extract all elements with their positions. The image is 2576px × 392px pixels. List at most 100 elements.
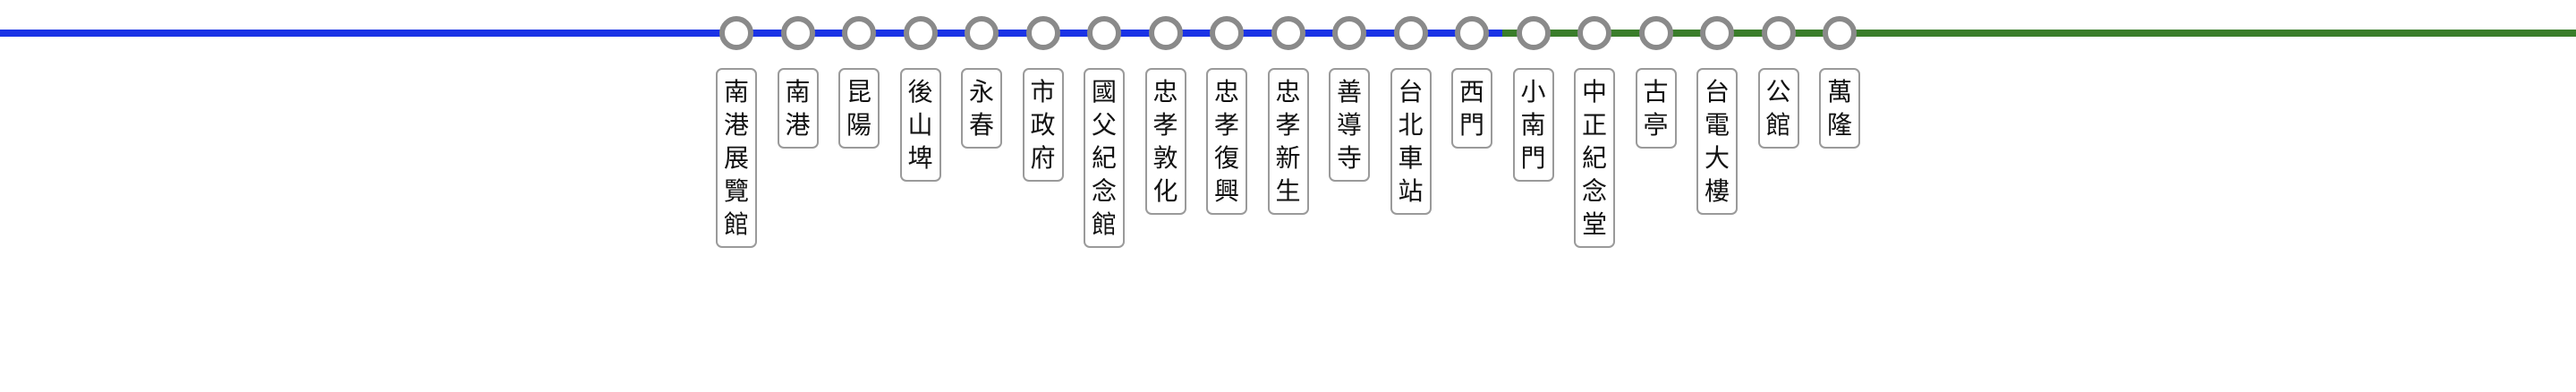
station-name-char: 隆: [1826, 110, 1852, 140]
station-name-char: 館: [1765, 110, 1791, 140]
station-name-char: 孝: [1152, 110, 1178, 140]
station-name-char: 埤: [907, 143, 933, 173]
station-label: 後山埤: [899, 68, 941, 182]
station-name-char: 樓: [1704, 176, 1730, 206]
station-marker-icon: [1210, 16, 1244, 50]
station-name-char: 門: [1458, 110, 1484, 140]
station-name-char: 導: [1336, 110, 1362, 140]
station-marker-icon: [1516, 16, 1551, 50]
station-marker-icon: [1700, 16, 1734, 50]
station-name-char: 亭: [1643, 110, 1669, 140]
station-name-char: 敦: [1152, 143, 1178, 173]
station-label: 台北車站: [1390, 68, 1432, 215]
station-name-char: 館: [1091, 209, 1117, 239]
station-name-char: 中: [1581, 77, 1607, 107]
station-marker-icon: [719, 16, 753, 50]
station-name-char: 念: [1581, 176, 1607, 206]
station-name-char: 紀: [1581, 143, 1607, 173]
station-label: 小南門: [1512, 68, 1554, 182]
station-name-char: 新: [1275, 143, 1301, 173]
station-name-char: 西: [1458, 77, 1484, 107]
station-name-char: 台: [1704, 77, 1730, 107]
station-label: 台電大樓: [1696, 68, 1738, 215]
station-label: 萬隆: [1819, 68, 1860, 149]
station-name-char: 南: [785, 77, 811, 107]
station-marker-icon: [780, 16, 815, 50]
station-name-char: 復: [1213, 143, 1239, 173]
station-marker-icon: [1393, 16, 1428, 50]
station-name-char: 寺: [1336, 143, 1362, 173]
station-marker-icon: [1761, 16, 1796, 50]
station-name-char: 展: [723, 143, 749, 173]
station-label: 公館: [1757, 68, 1799, 149]
station-name-char: 堂: [1581, 209, 1607, 239]
station-marker-icon: [903, 16, 938, 50]
station-name-char: 小: [1520, 77, 1546, 107]
station-name-char: 車: [1398, 143, 1424, 173]
station-name-char: 萬: [1826, 77, 1852, 107]
station-marker-icon: [1823, 16, 1857, 50]
station-name-char: 善: [1336, 77, 1362, 107]
station-marker-icon: [1577, 16, 1611, 50]
station-marker-icon: [1087, 16, 1121, 50]
station-label: 忠孝新生: [1267, 68, 1309, 215]
station-name-char: 忠: [1275, 77, 1301, 107]
station-name-char: 春: [968, 110, 994, 140]
station-label: 市政府: [1022, 68, 1064, 182]
station-label: 古亭: [1635, 68, 1677, 149]
station-label: 中正紀念堂: [1574, 68, 1615, 248]
station-marker-icon: [1025, 16, 1060, 50]
station-name-char: 古: [1643, 77, 1669, 107]
station-name-char: 北: [1398, 110, 1424, 140]
station-marker-icon: [842, 16, 876, 50]
station-name-char: 覽: [723, 176, 749, 206]
station-label: 南港展覽館: [716, 68, 757, 248]
station-label: 忠孝敦化: [1144, 68, 1186, 215]
station-label: 善導寺: [1329, 68, 1370, 182]
station-label: 西門: [1451, 68, 1492, 149]
station-marker-icon: [1332, 16, 1366, 50]
station-name-char: 生: [1275, 176, 1301, 206]
station-name-char: 孝: [1213, 110, 1239, 140]
station-label: 南港: [777, 68, 819, 149]
station-name-char: 後: [907, 77, 933, 107]
station-name-char: 府: [1030, 143, 1056, 173]
station-marker-icon: [1148, 16, 1183, 50]
metro-line-diagram: 南港展覽館南港昆陽後山埤永春市政府國父紀念館忠孝敦化忠孝復興忠孝新生善導寺台北車…: [0, 0, 2576, 392]
station-marker-icon: [1638, 16, 1673, 50]
station-name-char: 南: [1520, 110, 1546, 140]
station-label: 忠孝復興: [1206, 68, 1247, 215]
station-label: 昆陽: [838, 68, 880, 149]
station-name-char: 港: [723, 110, 749, 140]
station-label: 國父紀念館: [1084, 68, 1125, 248]
station-name-char: 公: [1765, 77, 1791, 107]
station-name-char: 孝: [1275, 110, 1301, 140]
station-name-char: 忠: [1152, 77, 1178, 107]
station-name-char: 山: [907, 110, 933, 140]
station-name-char: 永: [968, 77, 994, 107]
station-name-char: 化: [1152, 176, 1178, 206]
station-name-char: 南: [723, 77, 749, 107]
station-name-char: 港: [785, 110, 811, 140]
station-name-char: 興: [1213, 176, 1239, 206]
station-marker-icon: [965, 16, 999, 50]
station-name-char: 政: [1030, 110, 1056, 140]
station-name-char: 昆: [846, 77, 871, 107]
station-name-char: 市: [1030, 77, 1056, 107]
station-name-char: 台: [1398, 77, 1424, 107]
station-marker-icon: [1455, 16, 1489, 50]
station-name-char: 國: [1091, 77, 1117, 107]
station-name-char: 父: [1091, 110, 1117, 140]
station-label: 永春: [961, 68, 1002, 149]
station-name-char: 忠: [1213, 77, 1239, 107]
station-name-char: 紀: [1091, 143, 1117, 173]
station-name-char: 正: [1581, 110, 1607, 140]
station-marker-icon: [1271, 16, 1305, 50]
station-name-char: 站: [1398, 176, 1424, 206]
station-name-char: 陽: [846, 110, 871, 140]
station-name-char: 念: [1091, 176, 1117, 206]
station-name-char: 大: [1704, 143, 1730, 173]
station-name-char: 館: [723, 209, 749, 239]
station-name-char: 門: [1520, 143, 1546, 173]
station-name-char: 電: [1704, 110, 1730, 140]
